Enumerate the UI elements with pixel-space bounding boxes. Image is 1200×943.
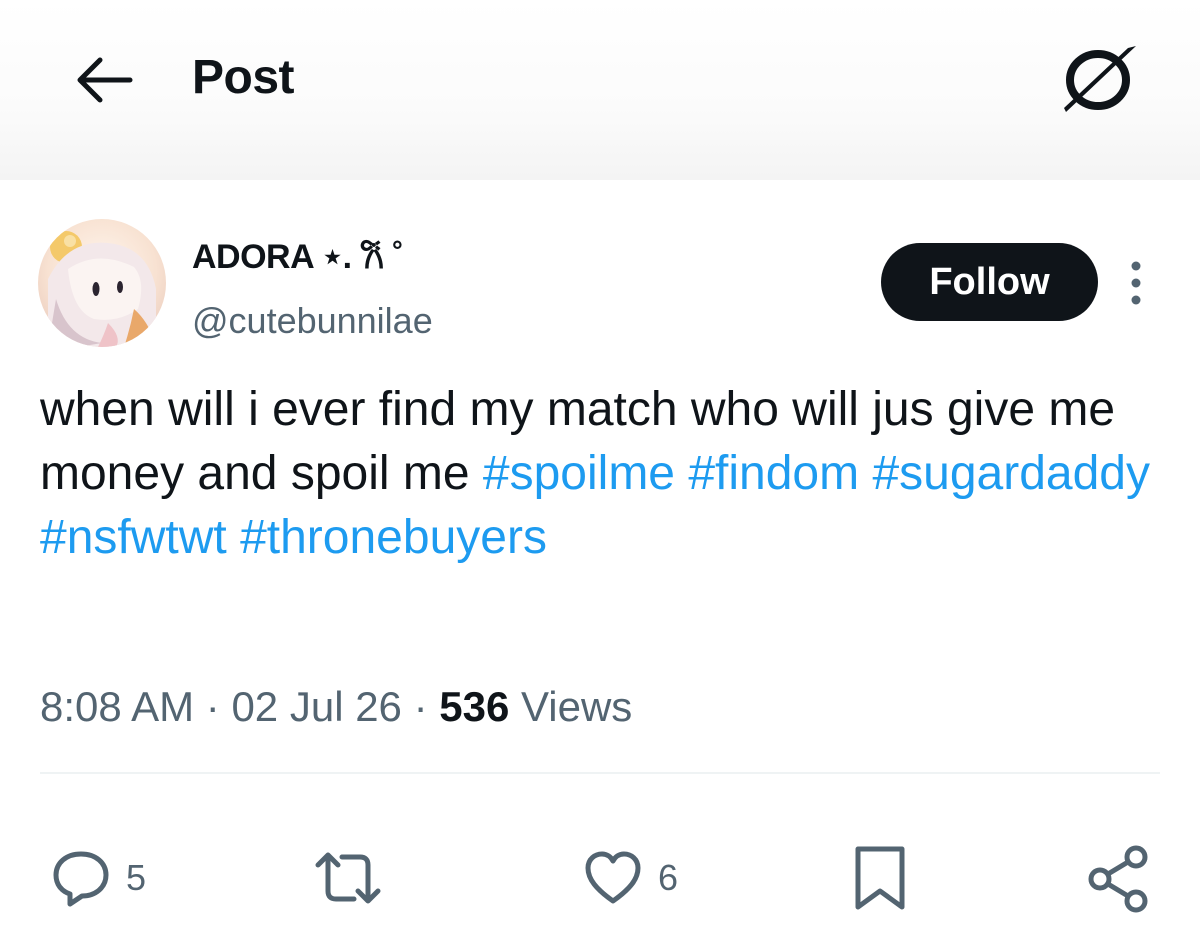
separator-dot: · bbox=[413, 683, 428, 730]
reply-count: 5 bbox=[126, 857, 147, 898]
hashtag-link[interactable]: #findom bbox=[688, 447, 859, 500]
repost-icon bbox=[315, 852, 381, 904]
like-count: 6 bbox=[658, 857, 679, 898]
follow-button[interactable]: Follow bbox=[881, 243, 1098, 321]
separator-dot: · bbox=[205, 683, 220, 730]
back-button[interactable] bbox=[72, 52, 136, 108]
bookmark-button[interactable] bbox=[852, 840, 908, 916]
reply-button[interactable]: 5 bbox=[50, 840, 146, 916]
hashtag-link[interactable]: #thronebuyers bbox=[240, 511, 547, 564]
post-date[interactable]: 02 Jul 26 bbox=[231, 683, 401, 730]
post-text: when will i ever find my match who will … bbox=[40, 378, 1150, 570]
reply-icon bbox=[53, 851, 109, 907]
avatar-image bbox=[38, 219, 166, 347]
top-bar: Post bbox=[0, 0, 1200, 180]
back-arrow-icon bbox=[77, 57, 133, 103]
views-label: Views bbox=[521, 683, 633, 730]
views-count: 536 bbox=[439, 683, 510, 730]
hashtag-link[interactable]: #sugardaddy bbox=[872, 447, 1150, 500]
share-icon bbox=[1088, 845, 1148, 913]
repost-button[interactable] bbox=[310, 840, 386, 916]
app-logo-icon bbox=[1064, 46, 1136, 112]
heart-icon bbox=[585, 851, 641, 904]
bookmark-icon bbox=[855, 846, 905, 910]
share-button[interactable] bbox=[1086, 840, 1152, 916]
hashtag-link[interactable]: #spoilme bbox=[483, 447, 675, 500]
more-options-button[interactable] bbox=[1122, 258, 1150, 308]
like-button[interactable]: 6 bbox=[582, 840, 678, 916]
avatar[interactable] bbox=[38, 219, 166, 347]
hashtag-link[interactable]: #nsfwtwt bbox=[40, 511, 227, 564]
post-metadata: 8:08 AM · 02 Jul 26 · 536 Views bbox=[40, 683, 632, 731]
page-title: Post bbox=[192, 51, 295, 104]
display-name[interactable]: ADORA ⋆. 𐙚 ˚ bbox=[192, 232, 404, 278]
user-handle[interactable]: @cutebunnilae bbox=[192, 300, 433, 342]
post-time[interactable]: 8:08 AM bbox=[40, 683, 194, 730]
divider bbox=[40, 772, 1160, 774]
app-logo[interactable] bbox=[1058, 42, 1140, 114]
more-vertical-icon bbox=[1131, 261, 1141, 305]
